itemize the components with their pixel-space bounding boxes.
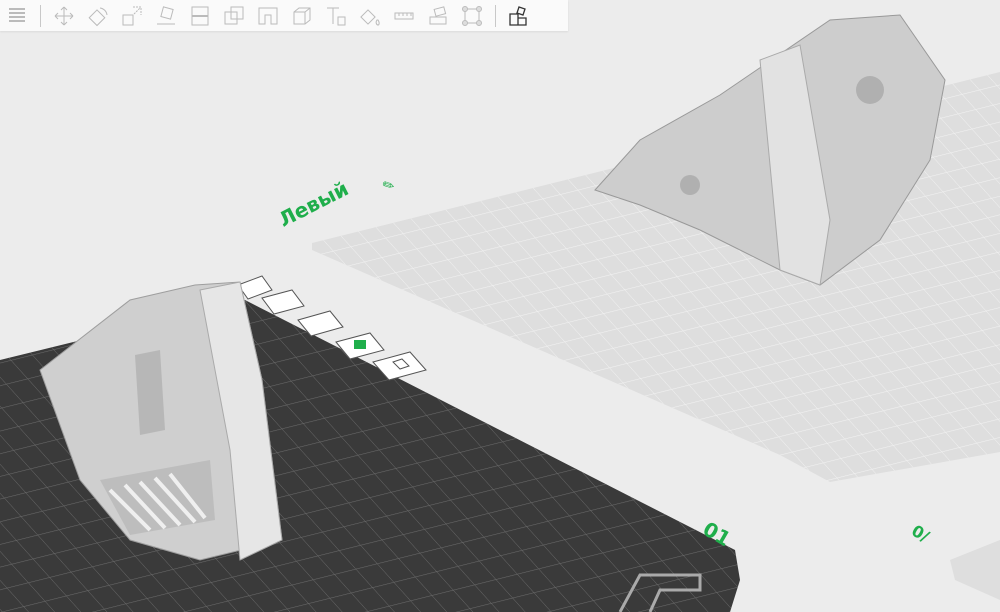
main-toolbar — [0, 0, 568, 31]
text-emboss-icon[interactable] — [319, 0, 353, 31]
cut-icon[interactable] — [183, 0, 217, 31]
toolbar-divider — [40, 4, 41, 27]
assembly-icon[interactable] — [421, 0, 455, 31]
color-paint-icon[interactable] — [353, 0, 387, 31]
boolean-icon[interactable] — [217, 0, 251, 31]
3d-viewport[interactable] — [0, 0, 1000, 612]
rotate-icon[interactable] — [81, 0, 115, 31]
mesh-boolean-icon[interactable] — [455, 0, 489, 31]
plate-settings-icon[interactable] — [261, 289, 305, 315]
move-icon[interactable] — [47, 0, 81, 31]
measure-icon[interactable] — [387, 0, 421, 31]
seam-paint-icon[interactable] — [285, 0, 319, 31]
scale-icon[interactable] — [115, 0, 149, 31]
menu-icon[interactable] — [0, 0, 34, 31]
lay-on-face-icon[interactable] — [149, 0, 183, 31]
support-paint-icon[interactable] — [251, 0, 285, 31]
toolbar-divider — [495, 4, 496, 27]
arrange-icon[interactable] — [502, 0, 536, 31]
